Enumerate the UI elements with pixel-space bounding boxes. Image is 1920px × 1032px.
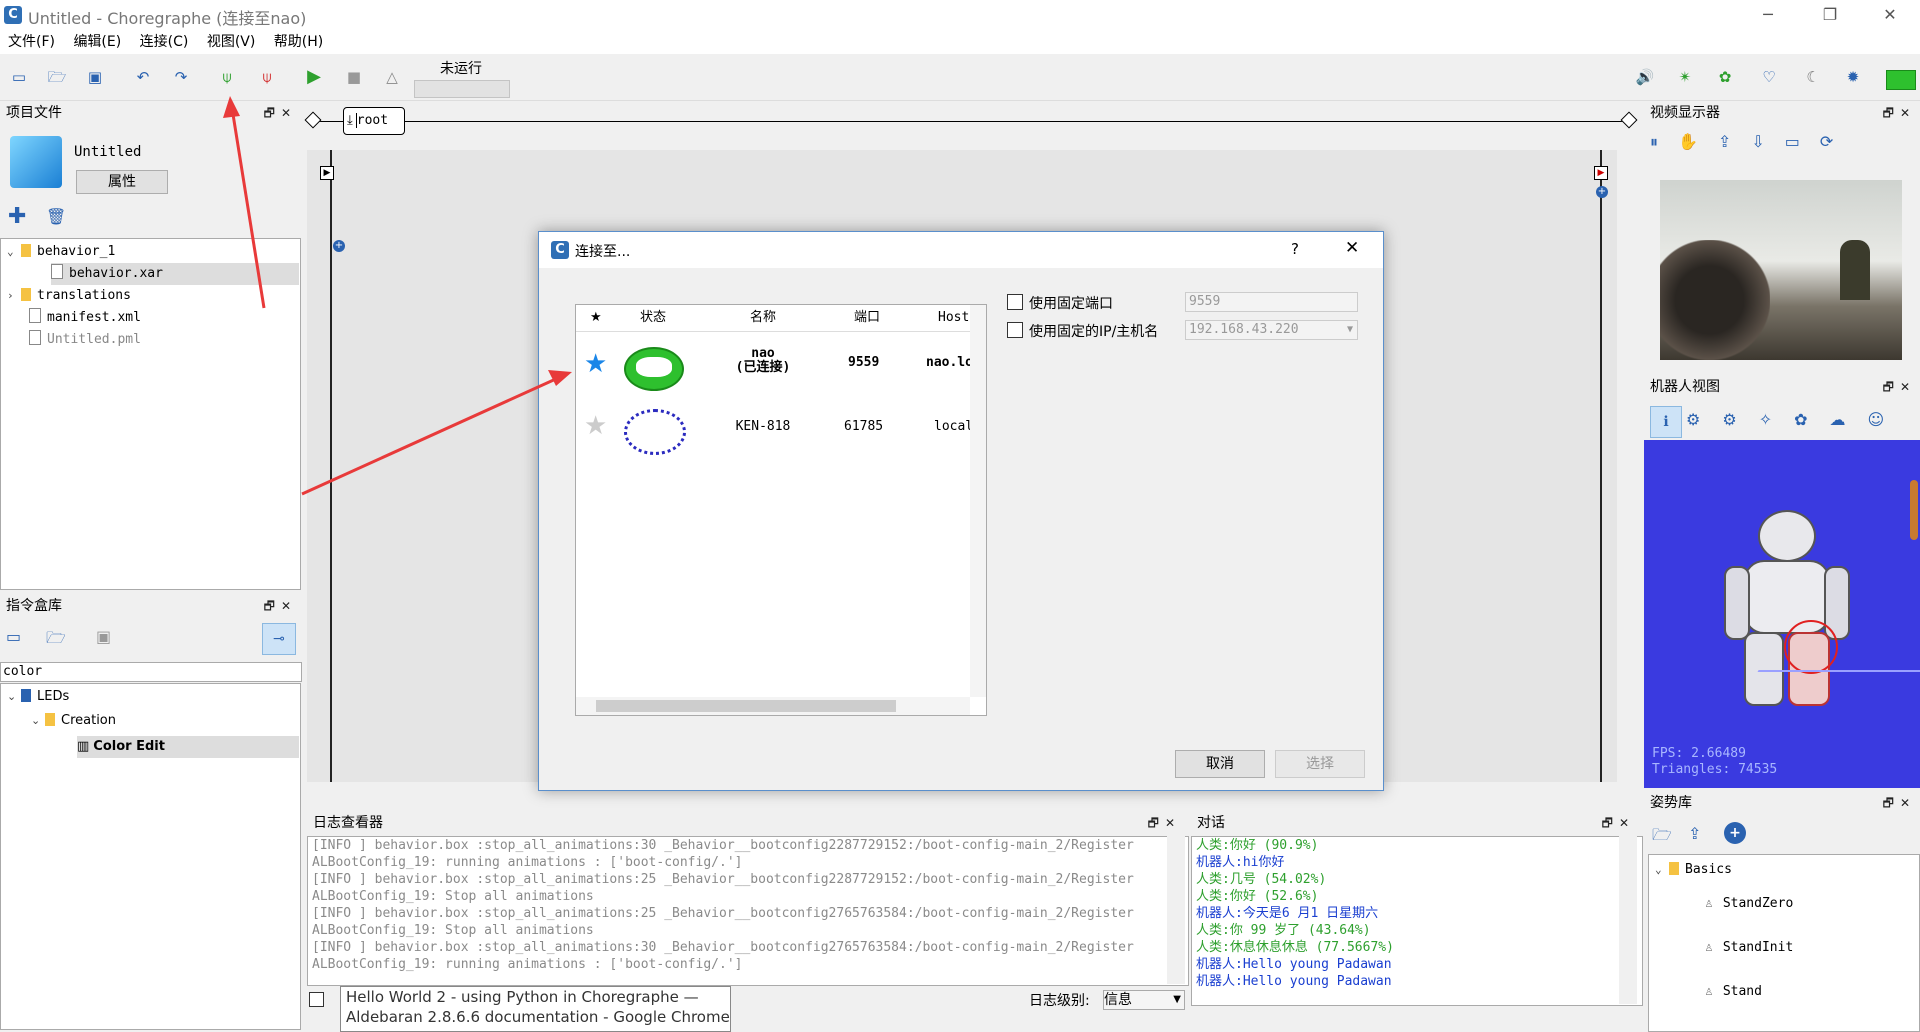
arrowhead — [223, 96, 240, 118]
arrowhead — [548, 370, 572, 386]
annotation-arrows — [223, 96, 572, 496]
annotation-arrow-dialog — [301, 376, 559, 496]
annotation-arrow-toolbar — [230, 107, 266, 309]
